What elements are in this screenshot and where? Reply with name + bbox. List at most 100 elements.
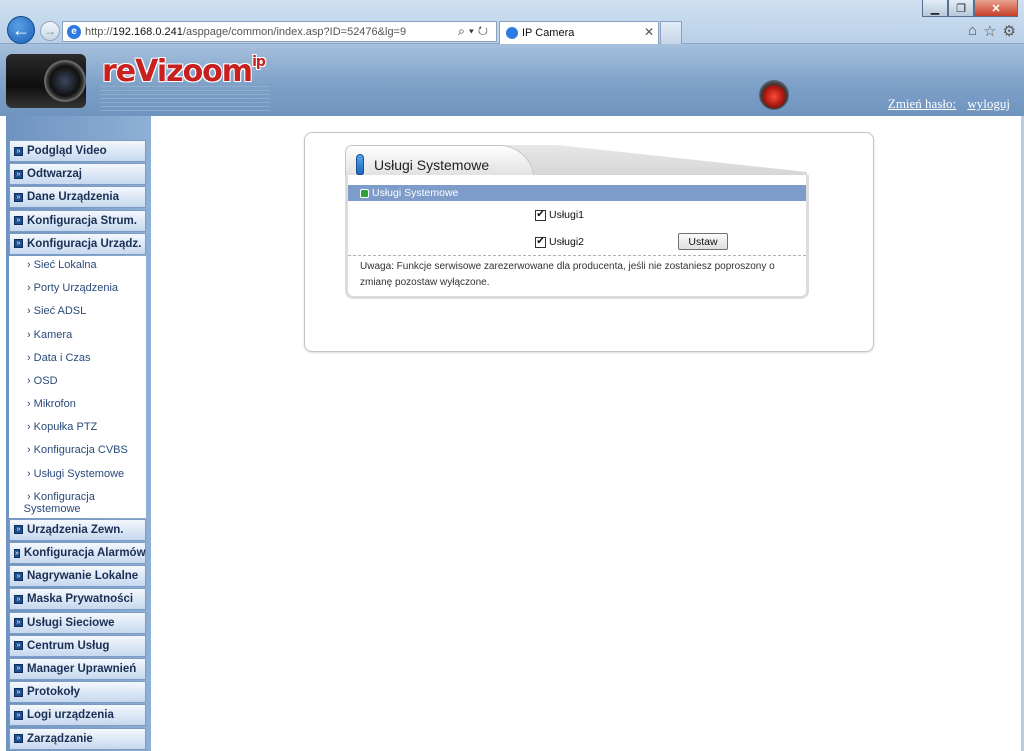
url-text[interactable]: http://192.168.0.241/asppage/common/inde…	[85, 26, 406, 38]
browser-toolbar: ⌂ ☆ ⚙	[968, 22, 1016, 40]
sub-item-microphone[interactable]: › Mikrofon	[9, 398, 146, 421]
chevron-right-icon: ›	[27, 444, 31, 457]
change-password-link[interactable]: Zmień hasło:	[888, 96, 956, 111]
menu-item-service-center[interactable]: » Centrum Usług	[9, 634, 146, 657]
url-prefix: http://	[85, 25, 113, 38]
chevron-right-icon: ›	[27, 282, 31, 295]
menu-item-alarm-config[interactable]: » Konfiguracja Alarmów	[9, 542, 146, 564]
favorites-star-icon[interactable]: ☆	[983, 22, 996, 40]
arrow-right-icon: →	[44, 24, 56, 38]
menu-item-stream-config[interactable]: » Konfiguracja Strum.	[9, 209, 146, 232]
logout-link[interactable]: wyloguj	[967, 96, 1010, 111]
menu-bullet-icon: »	[14, 710, 23, 720]
service1-label: Usługi1	[549, 209, 585, 221]
browser-tab[interactable]: IP Camera ✕	[499, 21, 659, 44]
chevron-right-icon: ›	[27, 421, 31, 434]
tab-close-icon[interactable]: ✕	[644, 25, 654, 39]
decorative-lines	[100, 86, 270, 112]
menu-bullet-icon: »	[14, 216, 23, 226]
menu-bullet-icon: »	[14, 641, 23, 651]
chevron-right-icon: ›	[27, 328, 31, 341]
menu-bullet-icon: »	[14, 734, 23, 743]
dropdown-icon[interactable]: ▾	[469, 24, 478, 38]
sub-item-camera[interactable]: › Kamera	[9, 329, 146, 352]
ie-page-icon: e	[67, 24, 81, 39]
close-window-button[interactable]: ✕	[974, 0, 1018, 17]
sub-item-osd[interactable]: › OSD	[9, 375, 146, 398]
brand-logo: reVizoomip	[102, 54, 266, 89]
menu-bullet-icon: »	[14, 594, 23, 604]
new-tab-button[interactable]	[660, 21, 682, 44]
menu-item-device-config[interactable]: » Konfiguracja Urządz.	[9, 232, 146, 255]
minimize-button[interactable]: ▁	[922, 0, 948, 17]
alarm-indicator-icon[interactable]	[759, 80, 789, 110]
sub-item-ptz-dome[interactable]: › Kopułka PTZ	[9, 421, 146, 444]
dashed-divider	[348, 255, 806, 256]
section-header: Usługi Systemowe	[348, 185, 806, 201]
system-config-label: Konfiguracja Systemowe	[24, 490, 95, 515]
url-host: 192.168.0.241	[112, 25, 183, 38]
sub-item-lan[interactable]: › Sieć Lokalna	[9, 259, 146, 282]
chevron-right-icon: ›	[27, 374, 31, 387]
set-button[interactable]: Ustaw	[678, 233, 728, 250]
system-config-line1: Konfiguracja	[33, 490, 95, 503]
section-title: Usługi Systemowe	[372, 187, 459, 199]
address-bar[interactable]: e http://192.168.0.241/asppage/common/in…	[62, 21, 497, 42]
camera-image	[4, 44, 92, 116]
menu-bullet-icon: »	[14, 169, 23, 179]
chevron-right-icon: ›	[27, 398, 31, 411]
home-icon[interactable]: ⌂	[968, 22, 977, 40]
url-path: /asppage/common/index.asp?ID=52476&lg=9	[182, 25, 407, 38]
menu-item-external-devices[interactable]: » Urządzenia Zewn.	[9, 518, 146, 541]
menu-item-management[interactable]: » Zarządzanie	[9, 727, 146, 750]
refresh-icon[interactable]: ↻	[478, 24, 492, 38]
tab-title: IP Camera	[522, 27, 575, 39]
service2-label: Usługi2	[549, 236, 585, 248]
menu-item-local-recording[interactable]: » Nagrywanie Lokalne	[9, 565, 146, 588]
service2-checkbox[interactable]: ✔	[535, 236, 546, 248]
chevron-right-icon: ›	[27, 305, 31, 318]
menu-item-privacy-mask[interactable]: » Maska Prywatności	[9, 588, 146, 611]
menu-item-permissions-manager[interactable]: » Manager Uprawnień	[9, 657, 146, 680]
menu-bullet-icon: »	[14, 571, 23, 581]
sub-item-adsl[interactable]: › Sieć ADSL	[9, 305, 146, 328]
address-bar-actions: ⌕▾↻	[458, 24, 492, 39]
menu-item-network-services[interactable]: » Usługi Sieciowe	[9, 611, 146, 634]
menu-item-device-logs[interactable]: » Logi urządzenia	[9, 704, 146, 727]
sub-item-device-ports[interactable]: › Porty Urządzenia	[9, 282, 146, 305]
forward-button[interactable]: →	[40, 21, 60, 41]
browser-chrome: ▁ ❐ ✕ ← → e http://192.168.0.241/asppage…	[0, 0, 1024, 44]
warning-note: Uwaga: Funkcje serwisowe zarezerwowane d…	[360, 261, 775, 288]
header-links: Zmień hasło: wyloguj	[880, 96, 1010, 112]
tab-favicon-icon	[506, 27, 518, 39]
service2-row: ✔ Usługi2	[535, 236, 584, 248]
back-button[interactable]: ←	[7, 16, 35, 44]
chevron-right-icon: ›	[27, 467, 31, 480]
gear-icon[interactable]: ⚙	[1003, 22, 1016, 40]
maximize-button[interactable]: ❐	[948, 0, 974, 17]
title-pin-icon	[356, 154, 364, 176]
section-arrow-icon	[360, 188, 369, 198]
search-icon[interactable]: ⌕	[458, 24, 469, 38]
sub-item-date-time[interactable]: › Data i Czas	[9, 352, 146, 375]
menu-bullet-icon: »	[14, 239, 23, 249]
menu-item-protocols[interactable]: » Protokoły	[9, 681, 146, 704]
menu-item-video-preview[interactable]: » Podgląd Video	[9, 140, 146, 162]
panel-body: Usługi Systemowe ✔ Usługi1 ✔ Usługi2 Ust…	[345, 175, 809, 299]
service1-checkbox[interactable]: ✔	[535, 209, 546, 221]
menu-bullet-icon: »	[14, 618, 23, 628]
menu-item-device-info[interactable]: » Dane Urządzenia	[9, 186, 146, 209]
menu-bullet-icon: »	[14, 525, 23, 535]
chevron-right-icon: ›	[27, 351, 31, 364]
sub-item-cvbs-config[interactable]: › Konfiguracja CVBS	[9, 444, 146, 467]
service1-row: ✔ Usługi1	[535, 209, 584, 221]
menu-bullet-icon: »	[14, 548, 20, 558]
sub-item-system-config[interactable]: › Konfiguracja Systemowe	[9, 491, 146, 516]
page-header: reVizoomip Zmień hasło: wyloguj	[0, 44, 1024, 116]
chevron-right-icon: ›	[27, 258, 31, 271]
menu-item-playback[interactable]: » Odtwarzaj	[9, 163, 146, 186]
arrow-left-icon: ←	[12, 19, 30, 40]
menu-bullet-icon: »	[14, 192, 23, 202]
sub-item-system-services[interactable]: › Usługi Systemowe	[9, 468, 146, 491]
device-config-submenu: › Sieć Lokalna › Porty Urządzenia › Sieć AD…	[9, 255, 146, 518]
